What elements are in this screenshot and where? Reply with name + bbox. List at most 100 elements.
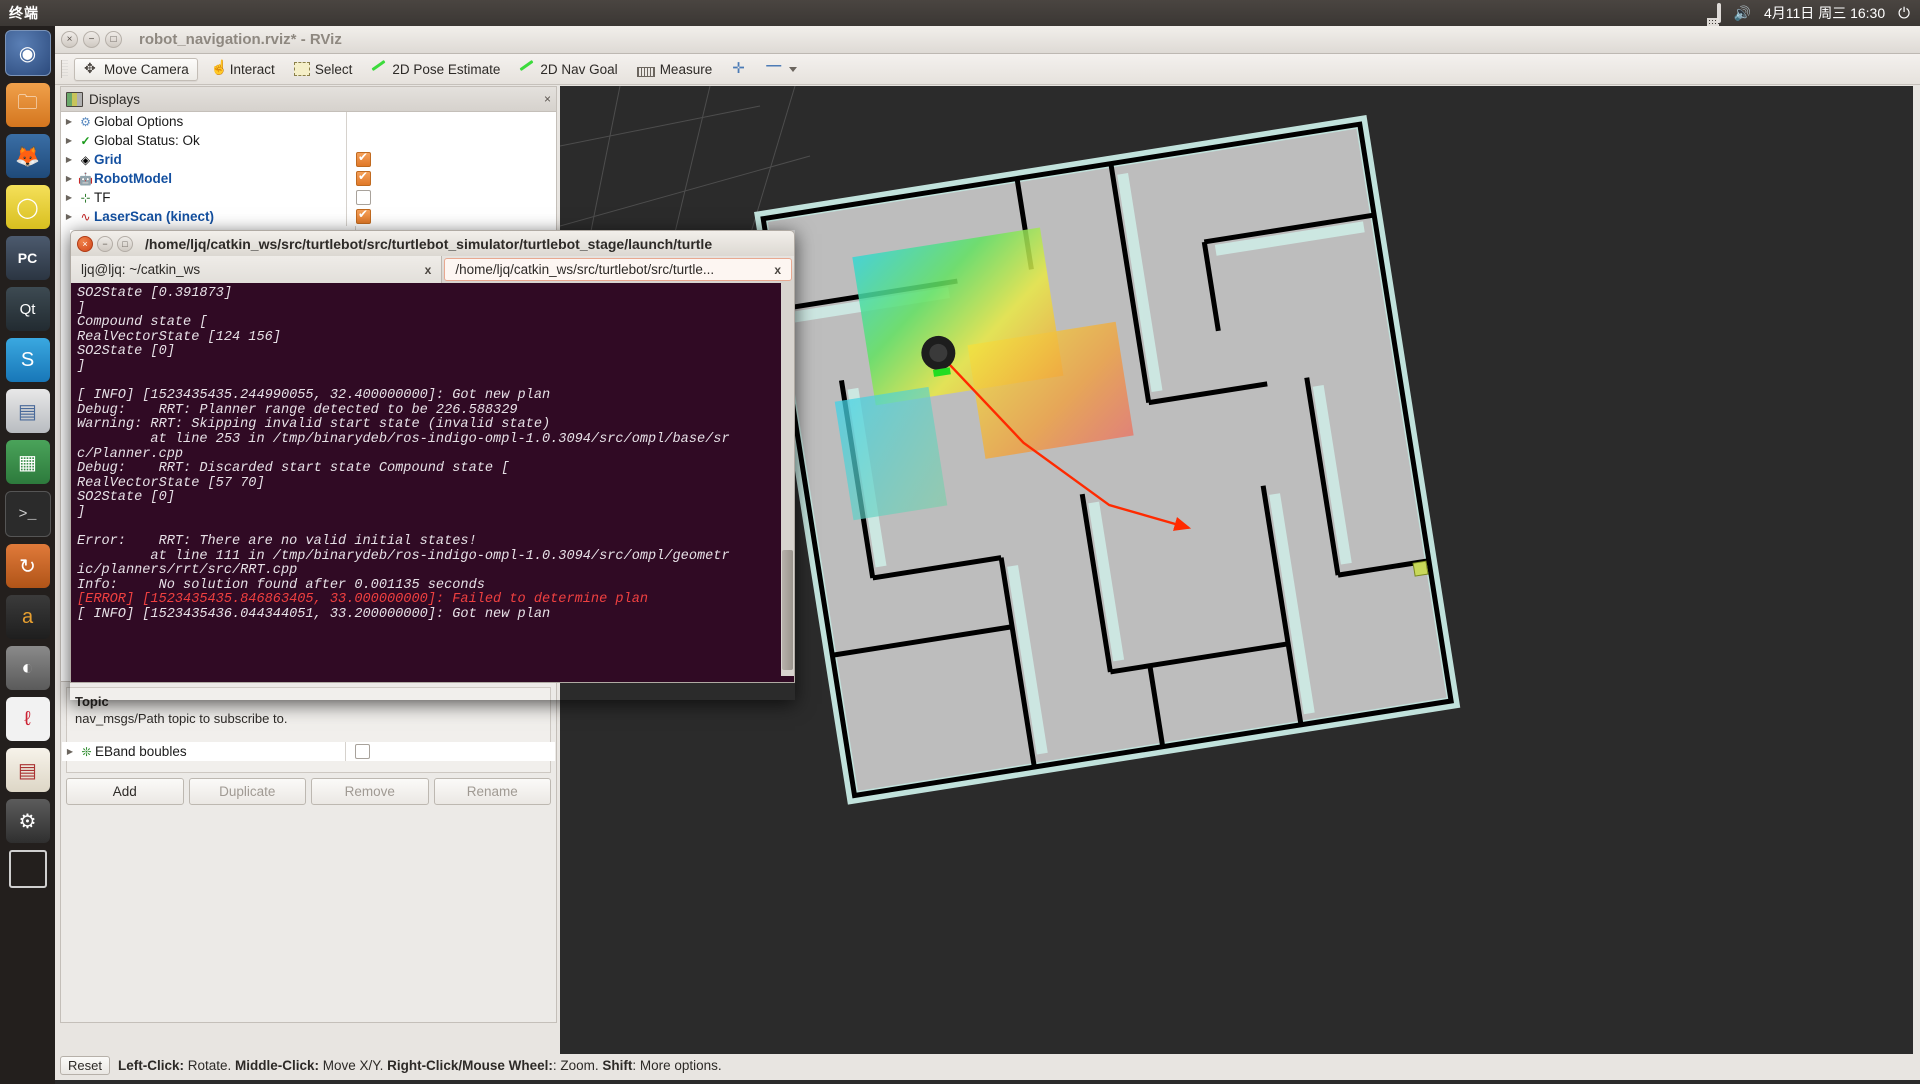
- rviz-close-button[interactable]: ×: [61, 31, 78, 48]
- robotmodel-enabled-checkbox[interactable]: [356, 169, 371, 186]
- launcher-item-system-settings[interactable]: ⚙: [5, 799, 50, 843]
- expand-arrow-icon[interactable]: ▶: [62, 747, 78, 756]
- launcher-item-trash[interactable]: [8, 850, 47, 888]
- tool-move-camera[interactable]: Move Camera: [74, 57, 198, 81]
- tf-enabled-checkbox[interactable]: [356, 190, 371, 205]
- costmap-cloud-c: [967, 321, 1134, 459]
- tool-select-label: Select: [314, 61, 353, 77]
- launcher-item-ubuntu-dash[interactable]: ◉: [4, 30, 51, 76]
- tool-select[interactable]: Select: [286, 59, 361, 80]
- laserscan-enabled-checkbox[interactable]: [356, 207, 371, 224]
- tree-row-eband-boubles[interactable]: ▶ ❊ EBand boubles: [62, 742, 555, 761]
- terminal-line: Error: RRT: There are no valid initial s…: [77, 534, 477, 550]
- toolbar-grip[interactable]: [61, 60, 68, 78]
- tool-2d-pose-estimate[interactable]: 2D Pose Estimate: [363, 59, 508, 80]
- tree-row-checkbox-cell: [345, 742, 555, 761]
- volume-icon[interactable]: 🔊: [1734, 5, 1751, 22]
- tree-row-robotmodel[interactable]: ▶ 🤖 RobotModel: [61, 169, 556, 188]
- terminal-maximize-button[interactable]: □: [117, 235, 133, 252]
- launcher-item-terminal[interactable]: >_: [4, 491, 51, 537]
- rviz-minimize-button[interactable]: −: [83, 31, 100, 48]
- tree-row-label: Global Options: [94, 114, 184, 129]
- hint-right-click: Right-Click/Mouse Wheel:: [387, 1057, 553, 1073]
- terminal-tab-close-icon[interactable]: x: [425, 263, 432, 277]
- rename-button[interactable]: Rename: [433, 778, 551, 805]
- tree-row-checkbox-cell: [346, 150, 556, 169]
- tool-add[interactable]: [723, 59, 755, 79]
- power-icon[interactable]: ⏻: [1898, 5, 1910, 22]
- rviz-window-title: robot_navigation.rviz* - RViz: [139, 31, 342, 48]
- expand-arrow-icon[interactable]: ▶: [61, 136, 77, 145]
- terminal-tab-bar: ljq@ljq: ~/catkin_ws x /home/ljq/catkin_…: [70, 256, 795, 283]
- launcher-item-document-viewer[interactable]: ▤: [5, 389, 50, 433]
- tree-row-global-options[interactable]: ▶ ⚙ Global Options: [61, 112, 556, 131]
- launcher-item-firefox[interactable]: 🦊: [5, 134, 50, 178]
- terminal-tab-turtlebot-launch[interactable]: /home/ljq/catkin_ws/src/turtlebot/src/tu…: [444, 258, 792, 281]
- tree-row-checkbox-cell: [346, 169, 556, 188]
- tool-2d-nav-goal[interactable]: 2D Nav Goal: [511, 59, 625, 80]
- launcher-item-files[interactable]: 🗀: [5, 83, 50, 127]
- expand-arrow-icon[interactable]: ▶: [61, 212, 77, 221]
- tree-row-tf[interactable]: ▶ ⊹ TF: [61, 188, 556, 207]
- reset-button[interactable]: Reset: [60, 1055, 110, 1075]
- clock[interactable]: 4月11日 周三 16:30: [1764, 3, 1885, 23]
- terminal-line: ]: [77, 358, 86, 374]
- rviz-maximize-button[interactable]: □: [105, 31, 122, 48]
- gear-icon: ⚙: [80, 114, 91, 129]
- terminal-close-button[interactable]: ×: [77, 235, 93, 252]
- expand-arrow-icon[interactable]: ▶: [61, 174, 77, 183]
- launcher-item-letter-app[interactable]: ℓ: [5, 697, 50, 741]
- check-icon: ✓: [80, 133, 91, 148]
- eband-enabled-checkbox[interactable]: [355, 744, 370, 759]
- tree-row-checkbox-cell: [346, 131, 556, 150]
- expand-arrow-icon[interactable]: ▶: [61, 193, 77, 202]
- displays-header: Displays ×: [61, 87, 556, 112]
- scrollbar-thumb[interactable]: [782, 550, 793, 670]
- tree-row-grid[interactable]: ▶ ◈ Grid: [61, 150, 556, 169]
- launcher-item-amazon[interactable]: a: [5, 595, 50, 639]
- hint-shift: Shift: [602, 1057, 633, 1073]
- hint-more: : More options.: [632, 1057, 722, 1073]
- costmap-cloud-b: [834, 386, 948, 521]
- tool-remove[interactable]: [758, 57, 805, 79]
- terminal-line: ]: [77, 300, 86, 316]
- launcher-item-notes[interactable]: ▤: [5, 748, 50, 792]
- launcher-item-software-updater[interactable]: ↻: [5, 544, 50, 588]
- terminal-scrollbar[interactable]: [781, 282, 794, 676]
- rviz-title-bar: × − □ robot_navigation.rviz* - RViz: [55, 26, 1920, 54]
- launcher-item-qt-creator[interactable]: Qt: [5, 287, 50, 331]
- hint-rotate: Rotate.: [183, 1057, 236, 1073]
- duplicate-button[interactable]: Duplicate: [188, 778, 306, 805]
- terminal-tab-close-icon[interactable]: x: [774, 263, 781, 277]
- terminal-output[interactable]: SO2State [0.391873]] Compound state [Real…: [70, 283, 795, 683]
- hint-zoom: : Zoom.: [552, 1057, 603, 1073]
- display-icon[interactable]: [1716, 3, 1721, 23]
- grid-enabled-checkbox[interactable]: [356, 150, 371, 167]
- expand-arrow-icon[interactable]: ▶: [61, 117, 77, 126]
- terminal-line: SO2State [0]: [77, 344, 175, 360]
- tree-row-global-status[interactable]: ▶ ✓ Global Status: Ok: [61, 131, 556, 150]
- displays-close-icon[interactable]: ×: [544, 92, 551, 106]
- launcher-item-pycharm[interactable]: PC: [5, 236, 50, 280]
- tool-2d-pose-estimate-label: 2D Pose Estimate: [392, 61, 501, 77]
- launcher-item-calculator[interactable]: ▦: [5, 440, 50, 484]
- add-button[interactable]: Add: [66, 778, 184, 805]
- terminal-line: at line 111 in /tmp/binarydeb/ros-indigo…: [77, 548, 730, 564]
- terminal-minimize-button[interactable]: −: [97, 235, 113, 252]
- terminal-line: Info: No solution found after 0.001135 s…: [77, 577, 485, 593]
- tree-row-laserscan[interactable]: ▶ ∿ LaserScan (kinect): [61, 207, 556, 226]
- tool-measure[interactable]: Measure: [629, 59, 721, 80]
- panel-app-title[interactable]: 终端: [9, 3, 39, 23]
- launcher-item-software-center[interactable]: ◯: [5, 185, 50, 229]
- launcher-item-toggle[interactable]: ◐: [5, 646, 50, 690]
- launcher-item-skype[interactable]: S: [5, 338, 50, 382]
- hand-icon: [209, 59, 228, 76]
- remove-button[interactable]: Remove: [311, 778, 429, 805]
- remove-tool-icon: [766, 57, 782, 76]
- hint-move: Move X/Y.: [319, 1057, 388, 1073]
- expand-arrow-icon[interactable]: ▶: [61, 155, 77, 164]
- tool-interact[interactable]: Interact: [201, 59, 283, 80]
- terminal-tab-catkin-ws[interactable]: ljq@ljq: ~/catkin_ws x: [71, 256, 443, 283]
